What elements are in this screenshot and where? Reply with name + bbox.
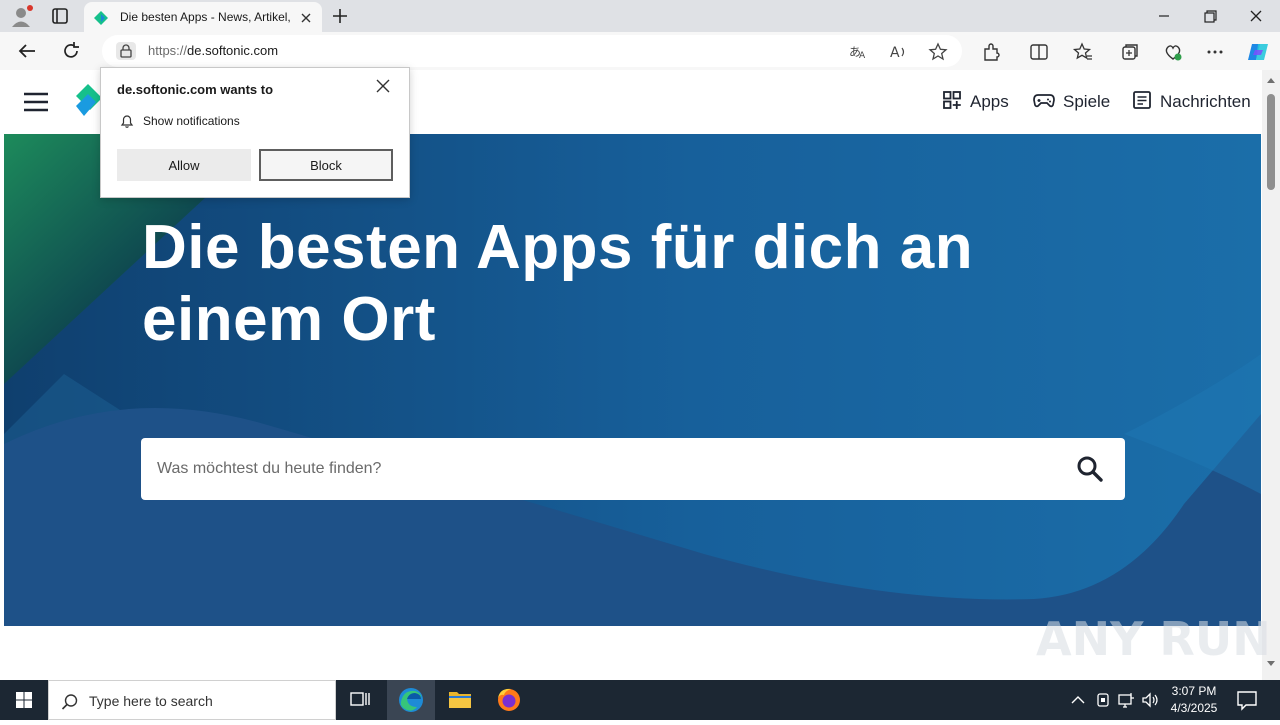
tab-actions-icon[interactable] xyxy=(48,4,72,28)
gamepad-icon xyxy=(1033,90,1055,115)
notification-center-icon[interactable] xyxy=(1234,688,1260,712)
taskbar-search-placeholder: Type here to search xyxy=(89,693,213,709)
clock-time: 3:07 PM xyxy=(1171,684,1217,698)
device-tray-icon[interactable] xyxy=(1093,690,1113,710)
anyrun-watermark: ANY RUN xyxy=(1036,612,1271,666)
softonic-favicon-icon xyxy=(94,11,108,25)
taskbar-search-box[interactable]: Type here to search xyxy=(48,680,336,720)
split-screen-icon[interactable] xyxy=(1028,41,1050,63)
url-text[interactable]: https://de.softonic.com xyxy=(148,43,278,58)
svg-text:A: A xyxy=(890,45,900,61)
scroll-up-icon[interactable] xyxy=(1266,76,1276,84)
tab-close-icon[interactable] xyxy=(298,10,314,26)
settings-more-icon[interactable] xyxy=(1204,41,1226,63)
clock-date: 4/3/2025 xyxy=(1170,701,1218,715)
window-close-icon[interactable] xyxy=(1244,6,1268,26)
block-button[interactable]: Block xyxy=(259,149,393,181)
task-view-icon[interactable] xyxy=(336,680,384,720)
address-bar[interactable]: https://de.softonic.com あA A xyxy=(102,35,962,67)
notification-permission-popup: de.softonic.com wants to Show notificati… xyxy=(100,67,410,198)
hero-title: Die besten Apps für dich an einem Ort xyxy=(142,213,974,354)
taskbar-clock[interactable]: 3:07 PM 4/3/2025 xyxy=(1160,683,1228,717)
firefox-icon[interactable] xyxy=(485,680,533,720)
page-scrollbar[interactable] xyxy=(1262,70,1280,680)
chevron-up-icon[interactable] xyxy=(1068,690,1088,710)
read-aloud-icon[interactable]: A xyxy=(888,42,908,62)
new-tab-icon[interactable] xyxy=(330,6,350,26)
nav-apps[interactable]: Apps xyxy=(942,90,1009,114)
newspaper-icon xyxy=(1132,90,1152,115)
reload-icon[interactable] xyxy=(60,40,82,62)
extensions-icon[interactable] xyxy=(980,41,1002,63)
tab-title: Die besten Apps - News, Artikel, xyxy=(120,10,291,24)
favorite-star-icon[interactable] xyxy=(928,42,948,62)
nav-news[interactable]: Nachrichten xyxy=(1132,90,1251,114)
search-icon[interactable] xyxy=(1075,454,1105,484)
grid-icon xyxy=(942,90,962,115)
hero-background xyxy=(4,134,1261,626)
file-explorer-icon[interactable] xyxy=(436,680,484,720)
browser-toolbar: https://de.softonic.com あA A xyxy=(0,32,1280,70)
volume-icon[interactable] xyxy=(1140,690,1160,710)
minimize-icon[interactable] xyxy=(1152,8,1176,24)
nav-label: Apps xyxy=(970,92,1009,111)
windows-taskbar: Type here to search 3:07 PM 4/3/2025 xyxy=(0,680,1280,720)
nav-label: Nachrichten xyxy=(1160,92,1251,111)
menu-hamburger-icon[interactable] xyxy=(24,92,48,112)
site-search-input[interactable] xyxy=(141,438,1057,500)
bell-icon xyxy=(119,113,135,129)
back-icon[interactable] xyxy=(16,40,38,62)
site-search-box xyxy=(141,438,1125,500)
collections-icon[interactable] xyxy=(1118,41,1140,63)
scrollbar-thumb[interactable] xyxy=(1267,94,1275,190)
allow-button[interactable]: Allow xyxy=(117,149,251,181)
browser-tab[interactable]: Die besten Apps - News, Artikel, xyxy=(84,2,322,34)
windows-start-icon[interactable] xyxy=(0,680,48,720)
nav-games[interactable]: Spiele xyxy=(1033,90,1110,114)
copilot-icon[interactable] xyxy=(1246,41,1268,63)
popup-title: de.softonic.com wants to xyxy=(117,82,274,97)
network-icon[interactable] xyxy=(1116,690,1136,710)
translate-icon[interactable]: あA xyxy=(848,42,868,62)
favorites-icon[interactable] xyxy=(1072,41,1094,63)
browser-essentials-icon[interactable] xyxy=(1162,41,1184,63)
permission-text: Show notifications xyxy=(143,114,240,128)
edge-taskbar-icon[interactable] xyxy=(387,680,435,720)
popup-close-icon[interactable] xyxy=(375,78,391,94)
svg-text:A: A xyxy=(859,51,866,61)
profile-avatar-icon[interactable] xyxy=(8,4,36,28)
browser-titlebar: Die besten Apps - News, Artikel, xyxy=(0,0,1280,34)
nav-label: Spiele xyxy=(1063,92,1111,111)
hero-section: Die besten Apps für dich an einem Ort xyxy=(4,134,1261,626)
restore-icon[interactable] xyxy=(1198,6,1222,26)
lock-icon[interactable] xyxy=(116,42,136,60)
search-icon xyxy=(61,693,79,711)
